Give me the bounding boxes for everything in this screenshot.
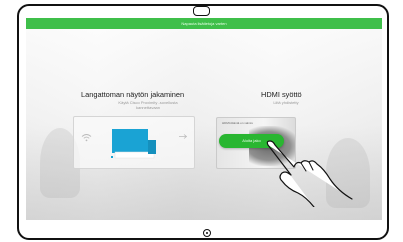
info-banner[interactable]: Napauta lisätietoja varten [26, 18, 382, 29]
wireless-share-title: Langattoman näytön jakaminen [81, 90, 185, 99]
hdmi-input-title: HDMI syöttö [261, 90, 302, 99]
hdmi-card-caption: HDMI-liitäntä on valmis [222, 121, 253, 125]
hdmi-input-subtitle: Liitä yhdistetty [273, 100, 299, 105]
wireless-subtitle-line-2: kannettavaan [135, 105, 161, 110]
arrow-icon [179, 134, 188, 139]
laptop-icon [111, 129, 156, 159]
wifi-icon [81, 134, 92, 142]
camera-bump [193, 6, 210, 16]
pointing-hand-icon [266, 140, 353, 207]
home-button[interactable] [203, 229, 211, 237]
wireless-share-subtitle: Käytä Cisco Proximity -sovellusta kannet… [84, 100, 212, 110]
